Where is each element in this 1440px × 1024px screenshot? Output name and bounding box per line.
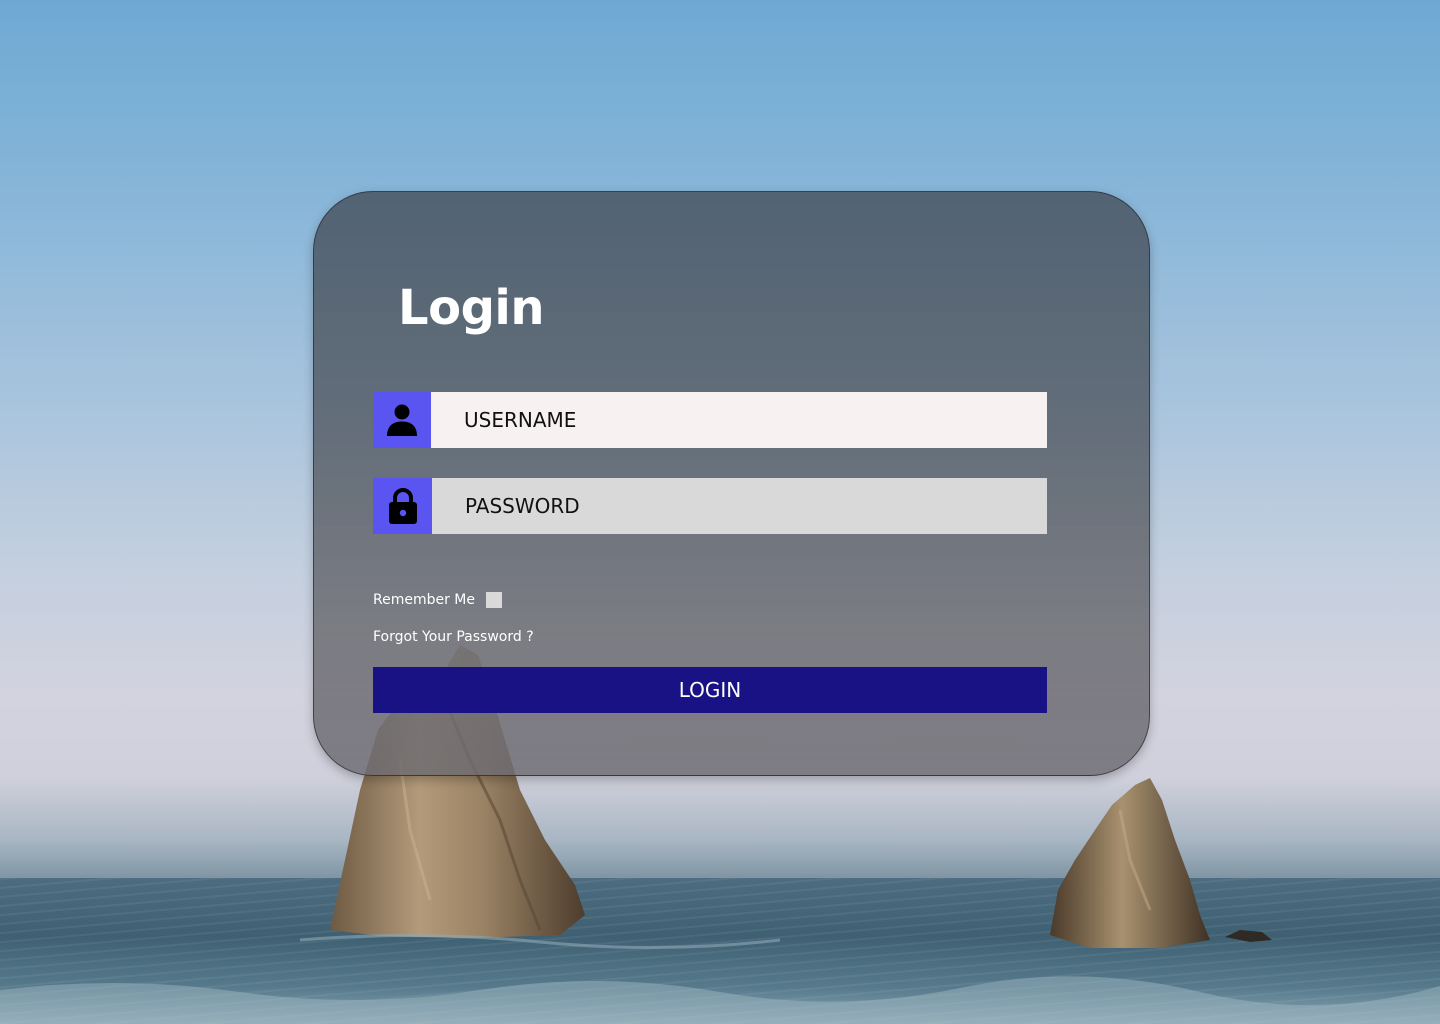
login-title: Login xyxy=(398,280,545,336)
remember-me-checkbox[interactable] xyxy=(486,592,502,608)
background-scene: Login Remember Me xyxy=(0,0,1440,1024)
username-field xyxy=(373,392,1047,448)
username-input[interactable] xyxy=(431,392,1047,448)
user-icon xyxy=(387,404,417,436)
lock-icon xyxy=(388,488,417,524)
password-icon-box xyxy=(373,478,432,534)
remember-me: Remember Me xyxy=(373,592,502,608)
login-card: Login Remember Me xyxy=(313,191,1150,776)
forgot-password-link[interactable]: Forgot Your Password ? xyxy=(373,629,534,645)
login-button[interactable]: LOGIN xyxy=(373,667,1047,713)
remember-me-label: Remember Me xyxy=(373,592,475,608)
small-rock xyxy=(1225,930,1272,942)
password-input[interactable] xyxy=(432,478,1047,534)
password-field xyxy=(373,478,1047,534)
username-icon-box xyxy=(373,392,431,448)
